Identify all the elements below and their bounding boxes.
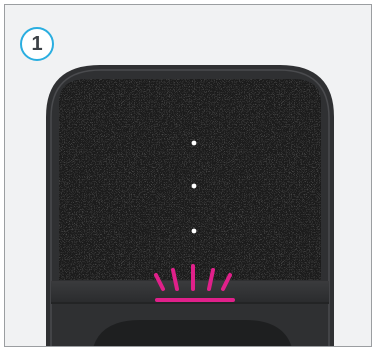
indicator-dot-top [191,140,197,146]
speaker-device-illustration [46,65,334,346]
indicator-dot-middle [191,183,197,189]
step-number-badge: 1 [20,27,54,61]
step-number: 1 [31,33,43,55]
speaker-grille [59,79,321,280]
indicator-dot-bottom [191,228,197,234]
device-bottom-recess [93,320,292,346]
illustration-panel: 1 [4,4,372,347]
status-light-bar [155,298,235,302]
